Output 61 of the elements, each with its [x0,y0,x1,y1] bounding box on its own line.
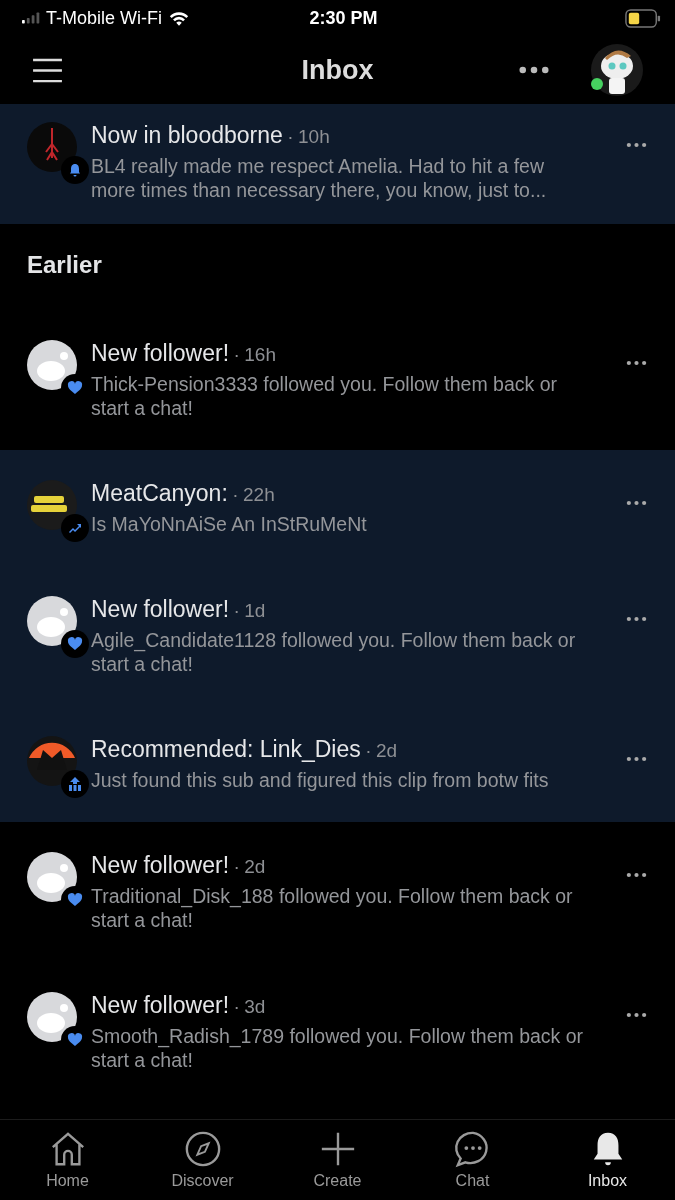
notification-text: Just found this sub and figured this clip from botw fits [91,768,550,792]
notification-item[interactable]: Recommended: Link_Dies · 2d Just found this sub and figured this clip from botw fits [0,706,675,822]
separator-dot: · [233,856,240,877]
section-heading: Earlier [26,250,103,280]
heart-icon [67,636,83,652]
notification-item[interactable]: Now in bloodborne · 10h BL4 really made me respect Amelia. Had to hit a few more times than necessary there, you know, just to... [0,104,675,224]
separator-dot: · [233,344,240,365]
timestamp: 1d [244,600,266,621]
more-icon[interactable] [626,1012,647,1018]
user-avatar[interactable] [591,44,643,96]
timestamp: 10h [298,126,330,147]
tab[interactable]: Discover [135,1120,270,1200]
separator-dot: · [232,484,239,505]
notification-text: Smooth_Radish_1789 followed you. Follow them back or start a chat! [91,1024,585,1072]
more-icon[interactable] [626,616,647,622]
notification-text: Agile_Candidate1128 followed you. Follow them back or start a chat! [91,628,577,676]
tab[interactable]: Inbox [540,1120,675,1200]
bell-icon [67,162,83,178]
separator-dot: · [287,126,294,147]
timestamp: 3d [244,996,266,1017]
timestamp: 16h [244,344,276,365]
tab[interactable]: Create [270,1120,405,1200]
notification-title: New follower! [91,992,230,1018]
notification-title: MeatCanyon: [91,480,228,506]
timestamp: 2d [244,856,266,877]
notification-item[interactable]: MeatCanyon: · 22h Is MaYoNnAiSe An InStRuMeNt [0,450,675,566]
timestamp: 22h [243,484,275,505]
timestamp: 2d [376,740,398,761]
tab[interactable]: Home [0,1120,135,1200]
notification-item[interactable]: New follower! · 1d Agile_Candidate1128 followed you. Follow them back or start a chat! [0,566,675,706]
more-icon[interactable] [626,142,647,148]
notification-title: New follower! [91,596,230,622]
upvote-icon [67,776,83,792]
notification-title: Recommended: Link_Dies [91,736,361,762]
heart-icon [67,1032,83,1048]
more-icon[interactable] [519,66,549,74]
notification-text: Is MaYoNnAiSe An InStRuMeNt [91,512,368,536]
separator-dot: · [365,740,372,761]
wifi-icon [168,9,190,27]
compass-icon [183,1130,222,1168]
battery-icon [625,8,661,28]
tab[interactable]: Chat [405,1120,540,1200]
carrier-name: T-Mobile Wi-Fi [46,7,162,29]
notification-title: New follower! [91,852,230,878]
heart-icon [67,380,83,396]
more-icon[interactable] [626,872,647,878]
notification-text: BL4 really made me respect Amelia. Had to hit a few more times than necessary there, you know, just to... [91,154,548,202]
menu-icon[interactable] [32,57,63,83]
separator-dot: · [233,996,240,1017]
notification-title: Now in bloodborne [91,122,283,148]
signal-icon [22,12,40,24]
clock: 2:30 PM [309,7,378,29]
notification-text: Thick-Pension3333 followed you. Follow them back or start a chat! [91,372,559,420]
notification-title: New follower! [91,340,230,366]
more-icon[interactable] [626,756,647,762]
more-icon[interactable] [626,500,647,506]
separator-dot: · [233,600,240,621]
page-title: Inbox [301,54,374,86]
heart-icon [67,892,83,908]
notification-text: Traditional_Disk_188 followed you. Follow them back or start a chat! [91,884,574,932]
more-icon[interactable] [626,360,647,366]
